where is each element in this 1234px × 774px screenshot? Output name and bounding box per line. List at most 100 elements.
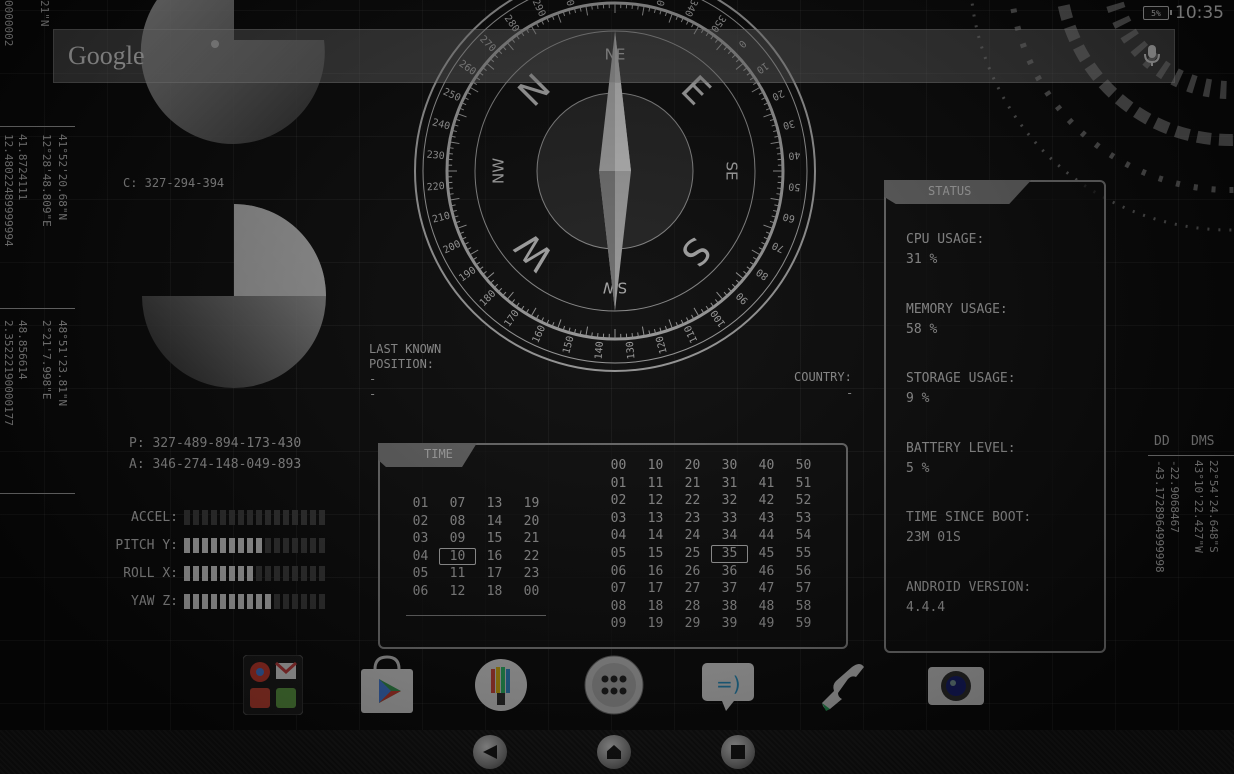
sensor-bar-segment [238, 594, 244, 609]
time-cell: 04 [412, 548, 429, 564]
sensor-bar-segment [202, 538, 208, 553]
sensor-bar-segment [211, 510, 217, 525]
camera-icon[interactable] [926, 655, 986, 715]
sensor-level-bar [184, 510, 325, 525]
sensor-label: YAW Z: [131, 594, 178, 609]
sensor-label: ROLL X: [123, 566, 178, 581]
time-cell: 07 [610, 581, 627, 597]
sensor-bar-segment [319, 594, 325, 609]
sensor-bar-segment [319, 566, 325, 581]
status-label: TIME SINCE BOOT: [906, 510, 1032, 525]
compass-tick [591, 332, 593, 338]
app-drawer-icon[interactable] [584, 655, 644, 715]
coord2-dd-lat: 48.856614 [16, 320, 29, 380]
status-value: 31 % [906, 252, 938, 267]
sensor-bar-segment [238, 566, 244, 581]
time-cell: 41 [758, 475, 775, 491]
sensor-bar-segment [220, 566, 226, 581]
a-code: A: 346-274-148-049-893 [129, 457, 302, 472]
google-search-bar[interactable]: Google [53, 29, 1175, 83]
time-cell: 50 [795, 458, 812, 473]
time-cell: 21 [523, 531, 540, 547]
time-cell: 02 [412, 513, 429, 529]
sensor-bar-segment [211, 538, 217, 553]
sensor-bar-segment [310, 594, 316, 609]
last-known-label: LAST KNOWN [369, 342, 442, 356]
back-icon[interactable] [473, 735, 507, 769]
time-cell: 47 [758, 581, 775, 597]
compass-tick [776, 147, 782, 149]
sensor-bar-segment [292, 538, 298, 553]
google-apps-folder-icon[interactable] [242, 654, 304, 716]
sensor-bar-segment [310, 510, 316, 525]
status-value: 23M 01S [906, 530, 961, 545]
paint-icon[interactable] [471, 655, 531, 715]
compass-tick [776, 193, 782, 195]
divider [0, 126, 75, 127]
hours-grid: 01 07 13 19 02 08 14 20 03 09 15 21 04 10 16 22 05 11 17 23… [402, 495, 550, 601]
time-cell: 25 [684, 545, 701, 561]
time-cell: 14 [486, 513, 503, 529]
sensor-level-bar [184, 538, 325, 553]
compass-degree-label: 50 [788, 180, 801, 192]
time-cell: 05 [610, 545, 627, 561]
sensor-label: ACCEL: [131, 510, 178, 525]
sensor-bar-segment [256, 594, 262, 609]
time-panel-title: TIME [424, 447, 453, 461]
sensor-bar-segment [292, 510, 298, 525]
sensor-bar-segment [220, 594, 226, 609]
compass-tick [631, 3, 634, 9]
coord-right-dd-lat: -22.9068467 [1168, 460, 1181, 533]
messaging-icon[interactable]: =) [698, 655, 758, 715]
time-cell: 58 [795, 598, 812, 614]
time-cell: 29 [684, 616, 701, 632]
sensor-bar-segment [229, 594, 235, 609]
sensor-bar-segment [310, 538, 316, 553]
divider [1148, 455, 1234, 456]
time-cell: 15 [486, 531, 503, 547]
compass-degree-label: 220 [426, 181, 445, 194]
status-clock: 10:35 [1175, 3, 1224, 23]
time-cell: 00 [610, 458, 627, 473]
sensor-bar-segment [202, 594, 208, 609]
time-cell: 03 [610, 510, 627, 526]
recents-icon[interactable] [721, 735, 755, 769]
compass-tick [591, 4, 593, 10]
coord-dms-lon: 12°28'48.809"E [40, 134, 53, 227]
status-bar: 5% 10:35 [1143, 3, 1224, 23]
compass-degree-label: 40 [788, 149, 801, 161]
sensor-bar-segment [265, 566, 271, 581]
time-cell: 23 [684, 510, 701, 526]
compass-tick [448, 147, 454, 149]
time-cell: 08 [610, 598, 627, 614]
compass-tick [448, 193, 454, 195]
divider [0, 493, 75, 494]
mic-icon[interactable] [1144, 45, 1160, 67]
time-cell: 06 [412, 583, 429, 599]
compass-degree-label: 130 [625, 341, 638, 360]
coord-right-dms-lon: 43°10'22.427"W [1192, 460, 1205, 553]
dd-header: DD [1154, 434, 1170, 449]
sensor-bar-segment [256, 510, 262, 525]
time-panel-tab: TIME [378, 443, 477, 467]
phone-icon[interactable] [812, 655, 872, 715]
home-icon[interactable] [597, 735, 631, 769]
sensor-bar-segment [202, 510, 208, 525]
sensor-bar-segment [283, 510, 289, 525]
sensor-bar-segment [184, 538, 190, 553]
time-cell: 52 [795, 493, 812, 509]
time-cell: 02 [610, 493, 627, 509]
compass-tick [777, 187, 783, 190]
sensor-row: ROLL X: [100, 566, 325, 581]
time-cell: 45 [758, 545, 775, 561]
country-label: COUNTRY: [794, 370, 852, 384]
play-store-icon[interactable] [357, 655, 417, 715]
sensor-bar-segment [202, 566, 208, 581]
battery-icon: 5% [1143, 6, 1172, 20]
position-value-2: - [369, 387, 377, 401]
time-cell: 09 [610, 616, 627, 632]
compass-tick [447, 152, 453, 155]
time-cell: 28 [684, 598, 701, 614]
time-cell: 11 [449, 566, 466, 582]
sensor-bar-segment [229, 538, 235, 553]
